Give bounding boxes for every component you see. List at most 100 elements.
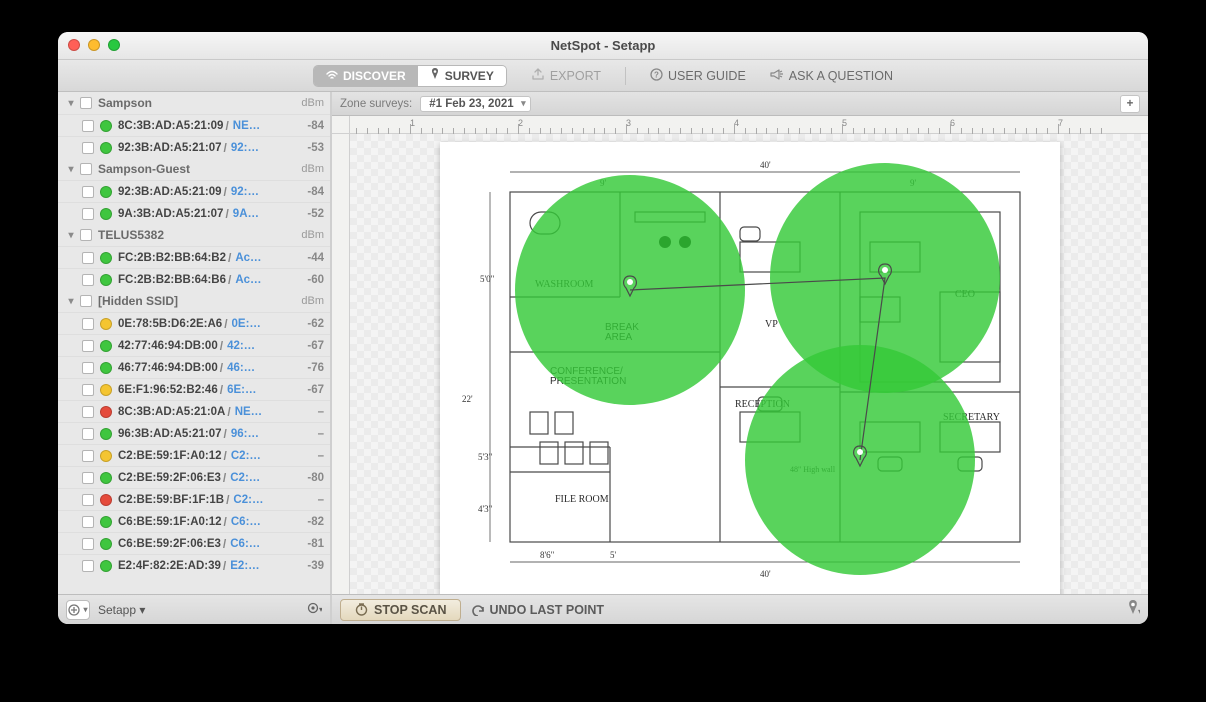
network-row[interactable]: C2:BE:59:2F:06:E3 / C2:… -80 — [58, 466, 330, 488]
dbm-value: -44 — [294, 252, 324, 264]
window-title: NetSpot - Setapp — [551, 38, 656, 53]
checkbox[interactable] — [82, 560, 94, 572]
network-row[interactable]: C6:BE:59:2F:06:E3 / C6:… -81 — [58, 532, 330, 554]
profile-label[interactable]: Setapp ▾ — [98, 603, 145, 617]
dbm-value: – — [294, 406, 324, 418]
network-row[interactable]: 0E:78:5B:D6:2E:A6 / 0E:… -62 — [58, 312, 330, 334]
checkbox[interactable] — [82, 252, 94, 264]
toolbar: DISCOVER SURVEY EXPORT ? USER GUIDE — [58, 60, 1148, 92]
network-group-header[interactable]: ▾ Sampson dBm — [58, 92, 330, 114]
checkbox[interactable] — [82, 274, 94, 286]
network-row[interactable]: 9A:3B:AD:A5:21:07 / 9A… -52 — [58, 202, 330, 224]
zoom-icon[interactable] — [108, 39, 120, 51]
unit-label: dBm — [301, 229, 324, 241]
svg-text:8'6": 8'6" — [540, 550, 555, 560]
mac-address: 42:77:46:94:DB:00 — [118, 340, 218, 352]
mac-address: C2:BE:59:1F:A0:12 — [118, 450, 222, 462]
export-icon — [531, 68, 545, 83]
signal-icon — [100, 472, 112, 484]
network-row[interactable]: 8C:3B:AD:A5:21:0A / NE… – — [58, 400, 330, 422]
checkbox[interactable] — [82, 340, 94, 352]
checkbox[interactable] — [82, 428, 94, 440]
network-row[interactable]: FC:2B:B2:BB:64:B6 / Ac… -60 — [58, 268, 330, 290]
help-icon: ? — [650, 68, 663, 84]
network-row[interactable]: 42:77:46:94:DB:00 / 42:… -67 — [58, 334, 330, 356]
zone-select[interactable]: #1 Feb 23, 2021 — [420, 96, 530, 112]
canvas[interactable]: WASHROOM BREAKAREA CONFERENCE/PRESENTATI… — [350, 134, 1148, 594]
discover-label: DISCOVER — [343, 69, 406, 83]
mac-address: 92:3B:AD:A5:21:09 — [118, 186, 222, 198]
undo-icon — [471, 604, 485, 616]
checkbox[interactable] — [82, 384, 94, 396]
ask-question-button[interactable]: ASK A QUESTION — [770, 68, 893, 83]
network-row[interactable]: 92:3B:AD:A5:21:09 / 92:… -84 — [58, 180, 330, 202]
add-zone-button[interactable]: + — [1120, 95, 1140, 113]
checkbox[interactable] — [80, 229, 92, 241]
checkbox[interactable] — [82, 494, 94, 506]
mac-address: 0E:78:5B:D6:2E:A6 — [118, 318, 222, 330]
network-row[interactable]: FC:2B:B2:BB:64:B2 / Ac… -44 — [58, 246, 330, 268]
discover-tab[interactable]: DISCOVER — [314, 66, 418, 86]
checkbox[interactable] — [82, 450, 94, 462]
floorplan-page[interactable]: WASHROOM BREAKAREA CONFERENCE/PRESENTATI… — [440, 142, 1060, 594]
checkbox[interactable] — [82, 318, 94, 330]
checkbox[interactable] — [80, 97, 92, 109]
checkbox[interactable] — [82, 472, 94, 484]
group-name: Sampson-Guest — [98, 162, 190, 176]
checkbox[interactable] — [82, 142, 94, 154]
mac-address: 92:3B:AD:A5:21:07 — [118, 142, 222, 154]
network-row[interactable]: E2:4F:82:2E:AD:39 / E2:… -39 — [58, 554, 330, 576]
minimize-icon[interactable] — [88, 39, 100, 51]
svg-text:▾: ▾ — [319, 605, 322, 614]
close-icon[interactable] — [68, 39, 80, 51]
network-row[interactable]: 6E:F1:96:52:B2:46 / 6E:… -67 — [58, 378, 330, 400]
dbm-value: – — [294, 494, 324, 506]
main-panel: Zone surveys: #1 Feb 23, 2021 + 1234567 — [332, 92, 1148, 594]
dbm-value: -39 — [294, 560, 324, 572]
canvas-area: 1234567 — [332, 116, 1148, 594]
megaphone-icon — [770, 68, 784, 83]
checkbox[interactable] — [82, 186, 94, 198]
stop-label: STOP SCAN — [374, 603, 446, 617]
dbm-value: -60 — [294, 274, 324, 286]
checkbox[interactable] — [82, 538, 94, 550]
user-guide-button[interactable]: ? USER GUIDE — [650, 68, 746, 84]
chevron-down-icon: ▾ — [64, 230, 78, 241]
gear-icon[interactable]: ▾ — [306, 601, 322, 618]
network-group-header[interactable]: ▾ Sampson-Guest dBm — [58, 158, 330, 180]
network-row[interactable]: C2:BE:59:1F:A0:12 / C2:… – — [58, 444, 330, 466]
checkbox[interactable] — [82, 208, 94, 220]
zone-bar: Zone surveys: #1 Feb 23, 2021 + — [332, 92, 1148, 116]
add-button[interactable]: ▾ — [66, 600, 90, 620]
floorplan-svg: WASHROOM BREAKAREA CONFERENCE/PRESENTATI… — [440, 142, 1060, 594]
network-group-header[interactable]: ▾ TELUS5382 dBm — [58, 224, 330, 246]
checkbox[interactable] — [80, 295, 92, 307]
svg-text:FILE ROOM: FILE ROOM — [555, 494, 609, 505]
checkbox[interactable] — [82, 120, 94, 132]
undo-button[interactable]: UNDO LAST POINT — [471, 603, 604, 617]
network-extra: E2:… — [230, 560, 259, 572]
signal-icon — [100, 120, 112, 132]
network-row[interactable]: C6:BE:59:1F:A0:12 / C6:… -82 — [58, 510, 330, 532]
pin-icon — [430, 68, 440, 83]
survey-tab[interactable]: SURVEY — [418, 66, 506, 86]
network-row[interactable]: 8C:3B:AD:A5:21:09 / NE… -84 — [58, 114, 330, 136]
checkbox[interactable] — [82, 362, 94, 374]
export-button[interactable]: EXPORT — [531, 68, 601, 83]
zone-label: Zone surveys: — [340, 98, 412, 110]
checkbox[interactable] — [80, 163, 92, 175]
dbm-value: – — [294, 428, 324, 440]
stop-scan-button[interactable]: STOP SCAN — [340, 599, 461, 621]
checkbox[interactable] — [82, 516, 94, 528]
checkbox[interactable] — [82, 406, 94, 418]
network-row[interactable]: C2:BE:59:BF:1F:1B / C2:… – — [58, 488, 330, 510]
network-sidebar[interactable]: ▾ Sampson dBm 8C:3B:AD:A5:21:09 / NE… -8… — [58, 92, 332, 594]
signal-icon — [100, 384, 112, 396]
network-row[interactable]: 92:3B:AD:A5:21:07 / 92:… -53 — [58, 136, 330, 158]
location-icon[interactable]: ▾ — [1126, 600, 1140, 619]
network-group-header[interactable]: ▾ [Hidden SSID] dBm — [58, 290, 330, 312]
network-extra: 96:… — [231, 428, 259, 440]
network-row[interactable]: 46:77:46:94:DB:00 / 46:… -76 — [58, 356, 330, 378]
unit-label: dBm — [301, 163, 324, 175]
network-row[interactable]: 96:3B:AD:A5:21:07 / 96:… – — [58, 422, 330, 444]
